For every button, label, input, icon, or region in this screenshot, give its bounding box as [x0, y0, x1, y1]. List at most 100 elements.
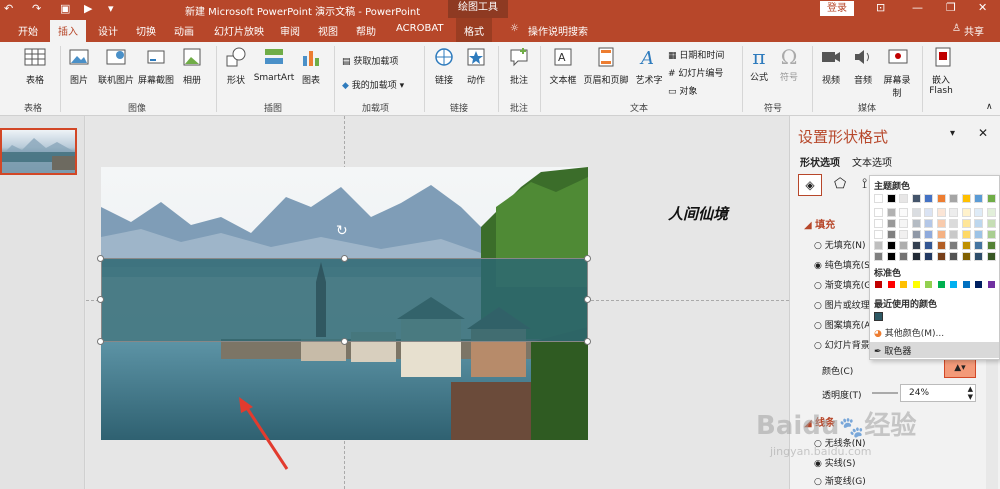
theme-color-swatch[interactable]: [974, 241, 983, 250]
header-footer-button[interactable]: 页眉和页脚: [580, 46, 632, 86]
theme-color-swatch[interactable]: [974, 208, 983, 217]
tab-home[interactable]: 开始: [18, 23, 38, 38]
customize-qat-icon[interactable]: ▾: [108, 2, 114, 15]
theme-color-swatch[interactable]: [911, 241, 921, 250]
theme-color-swatch[interactable]: [936, 241, 946, 250]
theme-color-swatch[interactable]: [924, 230, 933, 239]
recent-color-swatch[interactable]: [874, 312, 883, 321]
fill-none-radio[interactable]: ○ 无填充(N): [814, 238, 865, 251]
theme-color-swatch[interactable]: [936, 230, 946, 239]
theme-color-swatch[interactable]: [961, 194, 971, 203]
theme-color-swatch[interactable]: [886, 219, 896, 228]
theme-color-swatch[interactable]: [874, 252, 883, 261]
pane-options-icon[interactable]: ▾: [950, 128, 955, 139]
screen-recording-button[interactable]: 屏幕录制: [882, 46, 914, 99]
theme-color-swatch[interactable]: [874, 208, 883, 217]
theme-color-swatch[interactable]: [899, 241, 908, 250]
standard-color-swatch[interactable]: [874, 280, 883, 289]
theme-color-swatch[interactable]: [899, 219, 908, 228]
picture-button[interactable]: 图片: [64, 46, 94, 86]
standard-color-swatch[interactable]: [886, 280, 896, 289]
save-icon[interactable]: ▣: [60, 2, 70, 15]
theme-color-swatch[interactable]: [949, 230, 958, 239]
theme-color-swatch[interactable]: [911, 194, 921, 203]
theme-color-swatch[interactable]: [899, 252, 908, 261]
theme-color-swatch[interactable]: [874, 219, 883, 228]
tab-acrobat[interactable]: ACROBAT: [396, 23, 444, 34]
theme-color-swatch[interactable]: [886, 252, 896, 261]
theme-color-swatch[interactable]: [924, 252, 933, 261]
comment-button[interactable]: 批注: [504, 46, 534, 86]
redo-icon[interactable]: ↷: [32, 2, 41, 15]
theme-color-swatch[interactable]: [986, 194, 996, 203]
transparency-input[interactable]: 24% ▲ ▼: [900, 384, 976, 402]
rotate-handle-icon[interactable]: ↻: [336, 224, 350, 238]
theme-color-swatch[interactable]: [974, 219, 983, 228]
fill-gradient-radio[interactable]: ○ 渐变填充(G): [814, 278, 875, 291]
ribbon-display-icon[interactable]: ⊡: [876, 1, 885, 14]
theme-color-swatch[interactable]: [961, 230, 971, 239]
theme-color-swatch[interactable]: [949, 194, 958, 203]
fill-color-dropdown[interactable]: ▲▾: [944, 358, 976, 378]
theme-color-swatch[interactable]: [924, 194, 933, 203]
theme-color-swatch[interactable]: [936, 252, 946, 261]
equation-button[interactable]: π 公式: [746, 46, 772, 83]
theme-color-swatch[interactable]: [936, 194, 946, 203]
standard-color-swatch[interactable]: [924, 280, 933, 289]
theme-color-swatch[interactable]: [986, 241, 996, 250]
minimize-button[interactable]: —: [912, 1, 923, 14]
object-button[interactable]: ▭ 对象: [668, 84, 697, 97]
undo-icon[interactable]: ↶: [4, 2, 13, 15]
resize-handle[interactable]: [97, 338, 104, 345]
tab-format[interactable]: 格式: [456, 18, 492, 42]
tab-text-options[interactable]: 文本选项: [852, 154, 892, 169]
tab-review[interactable]: 审阅: [280, 23, 300, 38]
link-button[interactable]: 链接: [430, 46, 458, 86]
restore-button[interactable]: ❐: [946, 1, 956, 14]
theme-color-swatch[interactable]: [986, 208, 996, 217]
theme-color-swatch[interactable]: [886, 194, 896, 203]
theme-color-swatch[interactable]: [961, 208, 971, 217]
standard-color-swatch[interactable]: [961, 280, 971, 289]
theme-color-swatch[interactable]: [886, 241, 896, 250]
theme-color-swatch[interactable]: [899, 208, 908, 217]
fill-solid-radio[interactable]: ◉ 纯色填充(S): [814, 258, 873, 271]
effects-icon[interactable]: ⬠: [834, 176, 846, 192]
tab-design[interactable]: 设计: [98, 23, 118, 38]
theme-color-swatch[interactable]: [924, 219, 933, 228]
theme-color-swatch[interactable]: [874, 241, 883, 250]
theme-color-swatch[interactable]: [986, 230, 996, 239]
theme-color-swatch[interactable]: [911, 219, 921, 228]
theme-color-swatch[interactable]: [974, 252, 983, 261]
fill-pattern-radio[interactable]: ○ 图案填充(A): [814, 318, 874, 331]
theme-color-swatch[interactable]: [986, 252, 996, 261]
resize-handle[interactable]: [97, 255, 104, 262]
embed-flash-button[interactable]: 嵌入 Flash: [926, 46, 960, 96]
resize-handle[interactable]: [341, 338, 348, 345]
theme-color-swatch[interactable]: [961, 241, 971, 250]
slide-thumbnail-1[interactable]: [0, 128, 77, 175]
theme-color-swatch[interactable]: [936, 208, 946, 217]
screenshot-button[interactable]: 屏幕截图: [136, 46, 176, 86]
action-button[interactable]: 动作: [462, 46, 490, 86]
theme-color-swatch[interactable]: [936, 219, 946, 228]
fill-line-icon[interactable]: ◈: [798, 174, 822, 196]
shapes-button[interactable]: 形状: [222, 46, 250, 86]
symbol-button[interactable]: Ω 符号: [776, 46, 802, 83]
tab-transitions[interactable]: 切换: [136, 23, 156, 38]
theme-color-swatch[interactable]: [961, 219, 971, 228]
table-button[interactable]: 表格: [20, 46, 50, 86]
tab-animations[interactable]: 动画: [174, 23, 194, 38]
audio-button[interactable]: 音频: [850, 46, 876, 86]
close-button[interactable]: ✕: [978, 1, 987, 14]
fill-section-header[interactable]: ◢ 填充: [804, 216, 835, 231]
standard-color-swatch[interactable]: [911, 280, 921, 289]
slide-number-button[interactable]: # 幻灯片编号: [668, 66, 723, 79]
standard-color-swatch[interactable]: [974, 280, 983, 289]
theme-color-swatch[interactable]: [899, 230, 908, 239]
online-picture-button[interactable]: 联机图片: [96, 46, 136, 86]
standard-color-swatch[interactable]: [949, 280, 958, 289]
more-colors-item[interactable]: ◕ 其他颜色(M)...: [874, 326, 944, 339]
tab-shape-options[interactable]: 形状选项: [800, 154, 840, 169]
theme-color-swatch[interactable]: [986, 219, 996, 228]
